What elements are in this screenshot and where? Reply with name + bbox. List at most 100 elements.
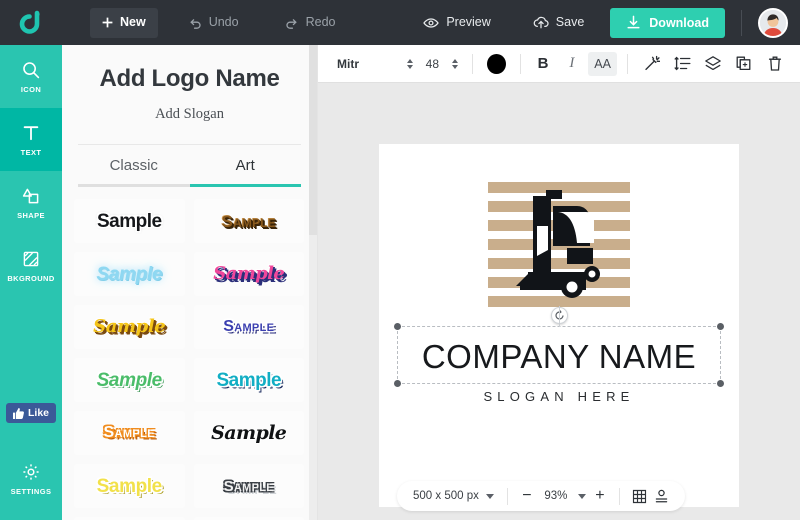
style-chip-label: Sample xyxy=(96,265,162,284)
style-chip[interactable]: Sample xyxy=(194,358,305,402)
style-chip[interactable]: Sample xyxy=(194,305,305,349)
gear-icon xyxy=(21,462,41,482)
toolbar-divider-1 xyxy=(472,54,473,74)
style-chip-label: Sample xyxy=(224,479,274,494)
zoom-select[interactable]: 93% xyxy=(537,490,590,502)
sidebar-item-shape-label: SHAPE xyxy=(17,211,45,220)
italic-button[interactable]: I xyxy=(560,52,585,76)
duplicate-icon[interactable] xyxy=(731,52,756,76)
avatar[interactable] xyxy=(758,8,788,38)
font-family-select[interactable]: Mitr xyxy=(328,57,401,71)
chevron-down-icon xyxy=(486,494,494,499)
statusbar-divider-1 xyxy=(507,488,508,505)
style-chip[interactable]: Sample xyxy=(74,411,185,455)
tab-classic[interactable]: Classic xyxy=(78,145,190,187)
logo-artwork[interactable] xyxy=(488,182,630,307)
undo-button[interactable]: Undo xyxy=(176,8,251,38)
grid-icon[interactable] xyxy=(629,485,651,507)
style-chip-label: Sample xyxy=(216,371,281,390)
sidebar-item-settings[interactable]: SETTINGS xyxy=(0,447,62,510)
style-chip-label: Sample xyxy=(97,477,162,496)
new-button[interactable]: New xyxy=(90,8,158,38)
panel-scrollbar-thumb[interactable] xyxy=(309,45,317,235)
layers-icon[interactable] xyxy=(701,52,726,76)
undo-button-label: Undo xyxy=(209,16,239,29)
app-logo-icon[interactable] xyxy=(0,10,62,36)
text-t-icon xyxy=(21,123,41,143)
shape-icon xyxy=(21,186,41,206)
new-button-label: New xyxy=(120,16,146,29)
bold-button[interactable]: B xyxy=(531,52,556,76)
toolbar-divider-3 xyxy=(627,54,628,74)
header-divider xyxy=(741,10,742,36)
style-grid: SampleSampleSampleSampleSampleSampleSamp… xyxy=(62,187,318,520)
download-button[interactable]: Download xyxy=(610,8,725,38)
slogan-text[interactable]: SLOGAN HERE xyxy=(379,389,739,404)
tab-art[interactable]: Art xyxy=(190,145,302,187)
sidebar-item-text[interactable]: TEXT xyxy=(0,108,62,171)
canvas-size-select[interactable]: 500 x 500 px xyxy=(409,490,498,502)
resize-handle-top-right[interactable] xyxy=(716,322,725,331)
font-size-stepper[interactable] xyxy=(446,59,464,69)
style-chip[interactable]: Sample xyxy=(74,464,185,508)
save-button[interactable]: Save xyxy=(521,8,597,38)
preview-button[interactable]: Preview xyxy=(411,8,502,38)
header-actions: Preview Save Download xyxy=(411,8,800,38)
canvas-size-label: 500 x 500 px xyxy=(413,490,479,502)
style-chip-label: Sample xyxy=(221,213,276,230)
editor-area: Mitr 48 B I AA xyxy=(318,45,800,520)
sidebar-item-bkground[interactable]: BKGROUND xyxy=(0,234,62,297)
facebook-like-button[interactable]: Like xyxy=(6,403,56,423)
style-chip[interactable]: Sample xyxy=(194,411,305,455)
logo-editor-app: New Undo Redo Preview xyxy=(0,0,800,520)
align-bottom-icon[interactable] xyxy=(651,485,673,507)
thumbs-up-icon xyxy=(13,408,24,419)
style-chip[interactable]: Sample xyxy=(74,358,185,402)
download-button-label: Download xyxy=(649,16,709,30)
facebook-like-label: Like xyxy=(28,407,49,419)
forklift-icon xyxy=(512,188,608,300)
zoom-out-button[interactable]: − xyxy=(517,488,537,504)
style-chip-label: Sample xyxy=(103,425,155,441)
style-chip-label: Sample xyxy=(97,212,162,231)
redo-button-label: Redo xyxy=(306,16,336,29)
style-chip-label: Sample xyxy=(213,265,284,283)
style-chip[interactable]: Sample xyxy=(194,252,305,296)
text-selection-box[interactable]: COMPANY NAME xyxy=(397,326,721,384)
company-name-text[interactable]: COMPANY NAME xyxy=(398,338,720,376)
rotate-stem xyxy=(559,306,560,327)
resize-handle-bottom-left[interactable] xyxy=(393,379,402,388)
style-chip[interactable]: Sample xyxy=(74,199,185,243)
magic-wand-icon[interactable] xyxy=(639,52,664,76)
font-size-input[interactable]: 48 xyxy=(419,57,446,71)
redo-button[interactable]: Redo xyxy=(273,8,348,38)
resize-handle-top-left[interactable] xyxy=(393,322,402,331)
panel-scrollbar[interactable] xyxy=(309,45,317,520)
statusbar-divider-2 xyxy=(619,488,620,505)
trash-icon[interactable] xyxy=(762,52,787,76)
text-color-swatch[interactable] xyxy=(487,54,506,74)
preview-button-label: Preview xyxy=(446,16,490,29)
sidebar-item-icon[interactable]: ICON xyxy=(0,45,62,108)
font-family-stepper[interactable] xyxy=(401,59,419,69)
line-spacing-icon[interactable] xyxy=(670,52,695,76)
style-chip[interactable]: Sample xyxy=(74,252,185,296)
save-button-label: Save xyxy=(556,16,585,29)
canvas-viewport[interactable]: COMPANY NAME SLOGAN HERE 500 x 500 px − … xyxy=(318,83,800,520)
uppercase-button[interactable]: AA xyxy=(588,52,617,76)
artboard[interactable]: COMPANY NAME SLOGAN HERE xyxy=(379,144,739,507)
resize-handle-bottom-right[interactable] xyxy=(716,379,725,388)
style-chip-label: Sample xyxy=(223,319,274,335)
plus-icon xyxy=(102,17,113,28)
zoom-in-button[interactable]: + xyxy=(590,488,610,504)
sidebar-item-shape[interactable]: SHAPE xyxy=(0,171,62,234)
style-chip[interactable]: Sample xyxy=(194,199,305,243)
style-chip[interactable]: Sample xyxy=(74,305,185,349)
sidebar-item-settings-label: SETTINGS xyxy=(11,487,52,496)
download-icon xyxy=(626,15,641,30)
style-chip[interactable]: Sample xyxy=(194,464,305,508)
style-tabs: Classic Art xyxy=(78,145,301,187)
panel-slogan: Add Slogan xyxy=(62,106,317,123)
app-header: New Undo Redo Preview xyxy=(0,0,800,45)
sidebar-item-icon-label: ICON xyxy=(21,85,41,94)
